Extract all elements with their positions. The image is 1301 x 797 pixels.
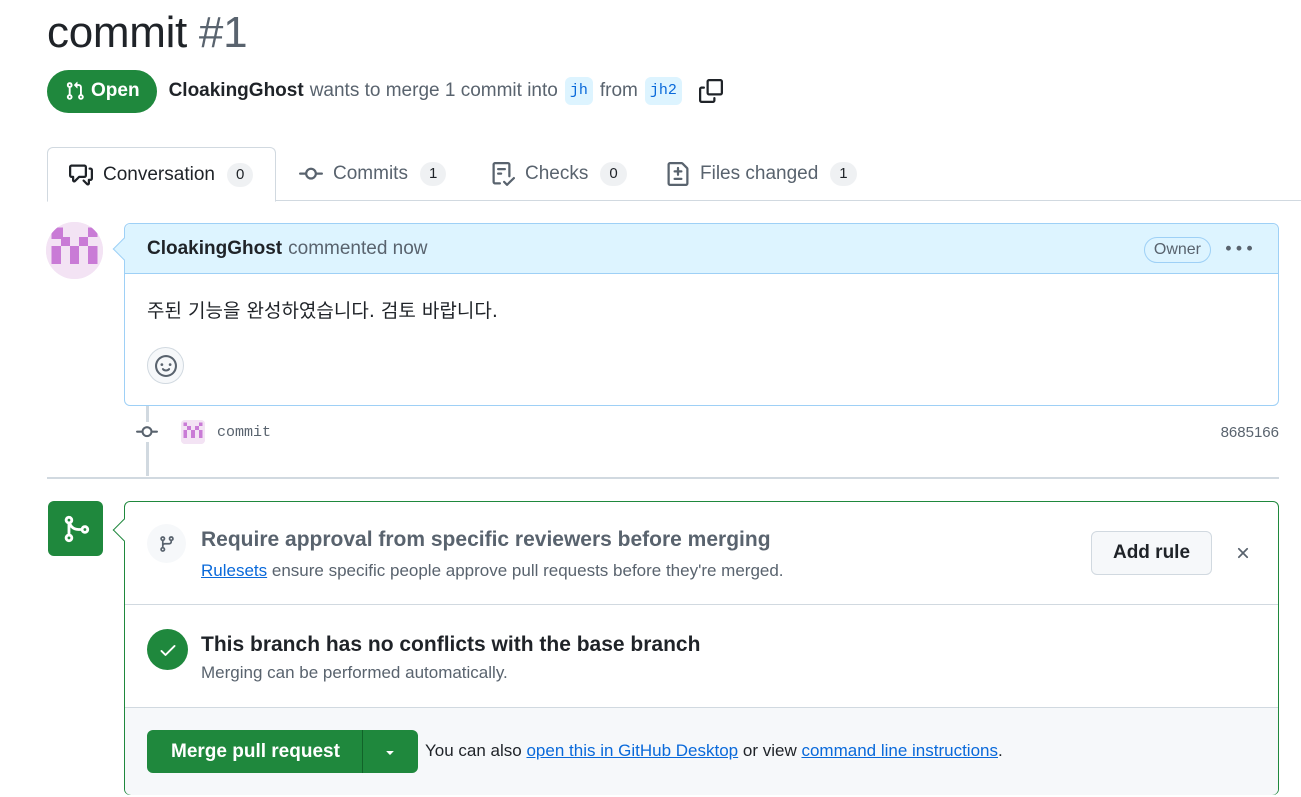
- kebab-horizontal-icon: [1226, 245, 1252, 251]
- base-branch[interactable]: jh: [564, 77, 593, 105]
- commit-node: [135, 422, 159, 442]
- open-desktop-link[interactable]: open this in GitHub Desktop: [526, 741, 738, 760]
- rule-desc-text: ensure specific people approve pull requ…: [271, 561, 784, 580]
- merge-box: Require approval from specific reviewers…: [112, 501, 1279, 795]
- page-title: commit #1: [47, 8, 248, 58]
- help-middle: or view: [742, 741, 797, 760]
- identicon-image: [181, 420, 205, 444]
- merge-method-dropdown[interactable]: [362, 730, 418, 773]
- close-icon: [1237, 547, 1249, 559]
- git-merge-icon: [64, 515, 89, 542]
- git-pull-request-icon: [66, 81, 84, 100]
- comment-header: CloakingGhost commented now: [125, 224, 1278, 274]
- pr-tabs: Conversation 0 Commits 1 Checks 0 Files …: [47, 147, 1301, 202]
- copy-branch-button[interactable]: [698, 79, 723, 103]
- pr-number: #1: [198, 8, 248, 57]
- commit-sha-link[interactable]: 8685166: [1221, 424, 1279, 441]
- tab-label: Checks: [525, 163, 589, 184]
- status-description: Merging can be performed automatically.: [201, 663, 508, 682]
- tab-files-changed[interactable]: Files changed 1: [666, 147, 857, 201]
- file-diff-icon: [667, 162, 689, 186]
- tab-counter: 0: [600, 162, 627, 186]
- tab-conversation[interactable]: Conversation 0: [47, 147, 277, 202]
- git-commit-icon: [299, 167, 323, 180]
- add-reaction-button[interactable]: [147, 347, 184, 384]
- help-suffix: .: [998, 741, 1003, 760]
- from-text: from: [599, 80, 638, 101]
- cli-instructions-link[interactable]: command line instructions: [801, 741, 998, 760]
- timeline-divider: [47, 477, 1279, 479]
- rule-description: Rulesets ensure specific people approve …: [201, 561, 784, 581]
- check-icon: [160, 644, 175, 656]
- tab-checks[interactable]: Checks 0: [491, 147, 627, 201]
- tab-label: Commits: [333, 163, 408, 184]
- merge-text: wants to merge 1 commit into: [309, 80, 558, 101]
- commit-avatar[interactable]: [181, 420, 205, 444]
- help-prefix: You can also: [425, 741, 522, 760]
- rule-icon-wrapper: [147, 524, 186, 563]
- conflict-status: This branch has no conflicts with the ba…: [125, 605, 1278, 708]
- pr-meta: Open CloakingGhost wants to merge 1 comm…: [47, 69, 723, 113]
- triangle-down-icon: [386, 750, 395, 755]
- state-badge: Open: [47, 69, 157, 113]
- comment-discussion-icon: [69, 164, 93, 185]
- merge-summary: CloakingGhost wants to merge 1 commit in…: [169, 77, 723, 105]
- identicon-image: [46, 222, 103, 279]
- tab-commits[interactable]: Commits 1: [299, 147, 447, 201]
- merge-status-icon: [48, 501, 103, 556]
- comment-box: CloakingGhost commented now Owner 주된 기능을…: [112, 223, 1279, 406]
- git-commit-icon: [136, 426, 158, 438]
- status-title: This branch has no conflicts with the ba…: [201, 633, 701, 656]
- copy-icon: [698, 79, 723, 103]
- author-link[interactable]: CloakingGhost: [169, 80, 304, 102]
- commit-message-link[interactable]: commit: [217, 424, 271, 441]
- merge-actions: Merge pull request You can also open thi…: [125, 708, 1278, 795]
- merge-help-text: You can also open this in GitHub Desktop…: [425, 741, 1003, 761]
- add-rule-button[interactable]: Add rule: [1091, 531, 1212, 575]
- avatar[interactable]: [46, 222, 103, 279]
- comment-body: 주된 기능을 완성하였습니다. 검토 바랍니다.: [147, 300, 498, 322]
- comment-options-button[interactable]: [1226, 236, 1252, 267]
- tab-counter: 1: [830, 162, 857, 186]
- state-label: Open: [91, 80, 140, 101]
- merge-button-group: Merge pull request: [147, 730, 418, 773]
- comment-timestamp: commented now: [288, 237, 428, 259]
- rule-title: Require approval from specific reviewers…: [201, 528, 771, 551]
- tab-label: Files changed: [700, 163, 819, 184]
- check-circle: [147, 629, 188, 670]
- git-branch-icon: [159, 535, 174, 552]
- pr-title-text: commit: [47, 8, 187, 57]
- comment-author[interactable]: CloakingGhost: [147, 238, 282, 260]
- rulesets-link[interactable]: Rulesets: [201, 561, 267, 580]
- tab-label: Conversation: [103, 163, 215, 185]
- ruleset-suggestion: Require approval from specific reviewers…: [125, 502, 1278, 605]
- checklist-icon: [492, 162, 515, 186]
- smiley-icon: [154, 354, 177, 377]
- head-branch[interactable]: jh2: [644, 77, 682, 105]
- owner-badge: Owner: [1143, 237, 1211, 263]
- dismiss-button[interactable]: [1234, 544, 1252, 567]
- merge-pull-request-button[interactable]: Merge pull request: [147, 730, 363, 773]
- tab-counter: 1: [419, 162, 447, 186]
- tab-counter: 0: [226, 162, 254, 187]
